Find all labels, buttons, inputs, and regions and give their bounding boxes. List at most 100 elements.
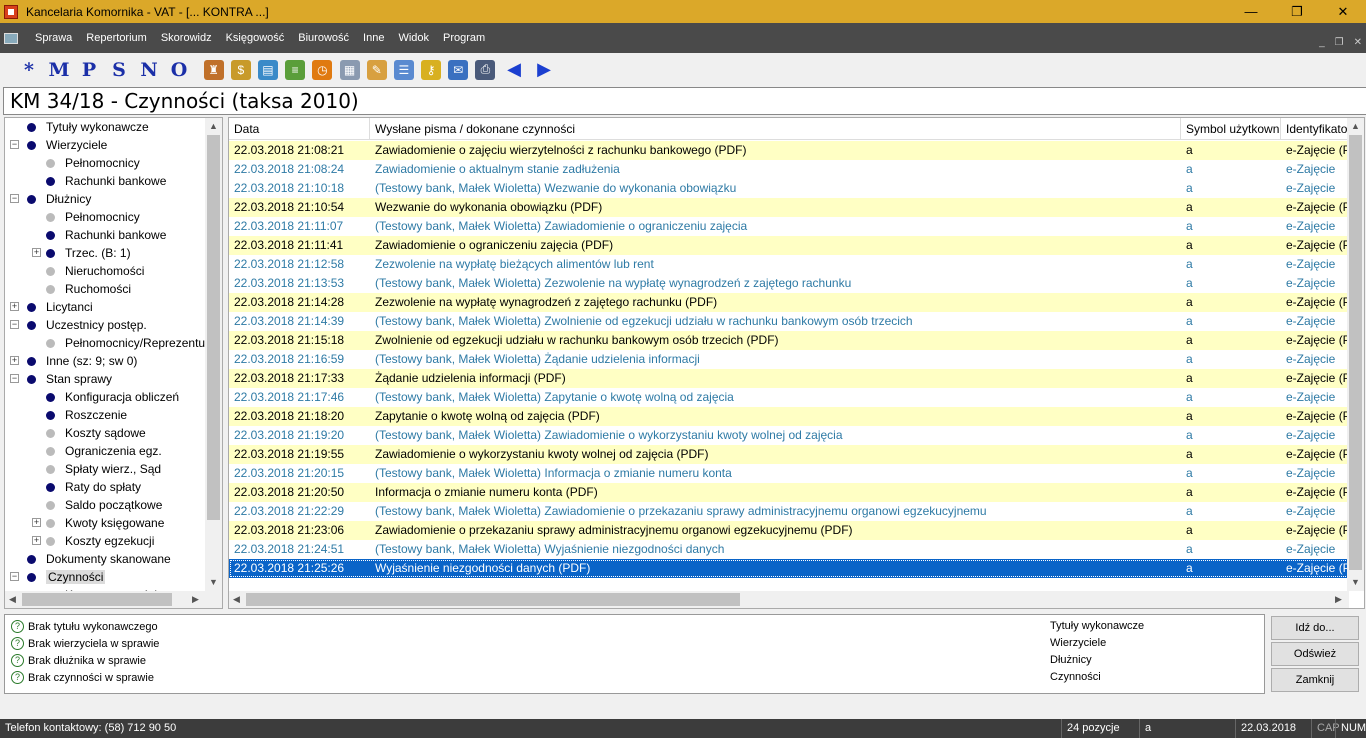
table-row[interactable]: 22.03.2018 21:20:15 (Testowy bank, Małek … bbox=[229, 464, 1349, 483]
collapse-icon[interactable]: − bbox=[10, 320, 19, 329]
menu-program[interactable]: Program bbox=[436, 32, 492, 44]
scroll-up-icon[interactable]: ▲ bbox=[1351, 121, 1360, 131]
toolbar-n-button[interactable]: N bbox=[134, 59, 164, 81]
mdi-restore-button[interactable]: ❐ bbox=[1335, 37, 1344, 48]
activities-grid[interactable]: Data Wysłane pisma / dokonane czynności … bbox=[228, 117, 1365, 609]
menu-widok[interactable]: Widok bbox=[391, 32, 436, 44]
menu-biurowosc[interactable]: Biurowość bbox=[291, 32, 356, 44]
table-row[interactable]: 22.03.2018 21:16:59 (Testowy bank, Małek … bbox=[229, 350, 1349, 369]
table-row[interactable]: 22.03.2018 21:14:39 (Testowy bank, Małek … bbox=[229, 312, 1349, 331]
tree-scroll-thumb[interactable] bbox=[207, 135, 220, 520]
tree-item[interactable]: Rachunki bankowe bbox=[46, 172, 166, 190]
collapse-icon[interactable]: − bbox=[10, 572, 19, 581]
forward-arrow-icon[interactable]: ▶ bbox=[529, 59, 559, 80]
tree-item[interactable]: Nieruchomości bbox=[46, 262, 144, 280]
tree-item[interactable]: Konfiguracja obliczeń bbox=[46, 388, 179, 406]
case-tree[interactable]: Tytuły wykonawcze − Wierzyciele Pełnomocnic… bbox=[4, 117, 223, 609]
tree-item[interactable]: Rachunki bankowe bbox=[46, 226, 166, 244]
table-row[interactable]: 22.03.2018 21:19:55 Zawiadomienie o wykor… bbox=[229, 445, 1361, 464]
expand-icon[interactable]: + bbox=[10, 302, 19, 311]
message-item[interactable]: ? Brak wierzyciela w sprawie bbox=[11, 635, 159, 652]
money-bag-icon[interactable]: $ bbox=[230, 59, 251, 80]
tree-item[interactable]: Pełnomocnicy bbox=[46, 208, 140, 226]
message-item[interactable]: ? Brak czynności w sprawie bbox=[11, 669, 154, 686]
tree-item[interactable]: Tytuły wykonawcze bbox=[27, 118, 149, 136]
collapse-icon[interactable]: − bbox=[10, 374, 19, 383]
tree-item[interactable]: + Trzec. (B: 1) bbox=[32, 244, 131, 262]
tree-item[interactable]: Saldo początkowe bbox=[46, 496, 162, 514]
keys-icon[interactable]: ⚷ bbox=[421, 59, 442, 80]
calculator-icon[interactable]: ▦ bbox=[339, 59, 360, 80]
refresh-button[interactable]: Odśwież bbox=[1271, 642, 1359, 666]
toolbar-p-button[interactable]: P bbox=[74, 59, 104, 81]
toolbar-star-button[interactable]: * bbox=[14, 59, 44, 81]
column-header-date[interactable]: Data bbox=[229, 118, 370, 140]
table-row[interactable]: 22.03.2018 21:17:33 Żądanie udzielenia in… bbox=[229, 369, 1361, 388]
tree-item[interactable]: Dokumenty skanowane bbox=[27, 550, 171, 568]
mdi-close-button[interactable]: ✕ bbox=[1354, 37, 1362, 48]
back-arrow-icon[interactable]: ◀ bbox=[499, 59, 529, 80]
scroll-down-icon[interactable]: ▼ bbox=[1351, 577, 1360, 587]
collapse-icon[interactable]: − bbox=[10, 140, 19, 149]
menu-inne[interactable]: Inne bbox=[356, 32, 391, 44]
expand-icon[interactable]: + bbox=[32, 518, 41, 527]
tree-item[interactable]: − Wierzyciele bbox=[10, 136, 107, 154]
tree-item[interactable]: − Dłużnicy bbox=[10, 190, 91, 208]
printer-icon[interactable]: ⎙ bbox=[475, 59, 496, 80]
minimize-button[interactable]: — bbox=[1228, 0, 1274, 23]
tree-item[interactable]: + Koszty egzekucji bbox=[32, 532, 154, 550]
table-row[interactable]: 22.03.2018 21:18:20 Zapytanie o kwotę wol… bbox=[229, 407, 1361, 426]
table-row[interactable]: 22.03.2018 21:19:20 (Testowy bank, Małek … bbox=[229, 426, 1349, 445]
document-icon[interactable] bbox=[4, 32, 18, 44]
grid-horizontal-scrollbar[interactable]: ◀ ▶ bbox=[229, 591, 1349, 608]
scroll-down-icon[interactable]: ▼ bbox=[209, 577, 218, 587]
grid-vertical-scrollbar[interactable]: ▲ ▼ bbox=[1347, 118, 1364, 591]
toolbar-s-button[interactable]: S bbox=[104, 59, 134, 81]
folder-icon[interactable]: ▤ bbox=[257, 59, 278, 80]
table-row[interactable]: 22.03.2018 21:22:29 (Testowy bank, Małek … bbox=[229, 502, 1349, 521]
table-row[interactable]: 22.03.2018 21:08:21 Zawiadomienie o zajęc… bbox=[229, 141, 1361, 160]
tree-item[interactable]: Spłaty wierz., Sąd bbox=[46, 460, 161, 478]
column-header-user-symbol[interactable]: Symbol użytkownika bbox=[1181, 118, 1281, 140]
judge-icon[interactable]: ♜ bbox=[203, 59, 224, 80]
tree-item[interactable]: Pełnomocnicy/Reprezentu bbox=[46, 334, 205, 352]
tree-item[interactable]: + Kwoty księgowane bbox=[32, 514, 164, 532]
grid-scroll-thumb[interactable] bbox=[1349, 135, 1362, 570]
table-row[interactable]: 22.03.2018 21:10:54 Wezwanie do wykonania… bbox=[229, 198, 1361, 217]
toolbar-o-button[interactable]: O bbox=[164, 59, 194, 81]
tree-horizontal-scrollbar[interactable]: ◀ ▶ bbox=[5, 591, 222, 608]
table-row[interactable]: 22.03.2018 21:25:26 Wyjaśnienie niezgodno… bbox=[229, 559, 1361, 578]
tree-item[interactable]: + Licytanci bbox=[10, 298, 93, 316]
grid-hscroll-thumb[interactable] bbox=[246, 593, 740, 606]
scroll-up-icon[interactable]: ▲ bbox=[209, 121, 218, 131]
scroll-right-icon[interactable]: ▶ bbox=[192, 594, 199, 605]
mdi-minimize-button[interactable]: _ bbox=[1319, 37, 1325, 48]
table-row[interactable]: 22.03.2018 21:08:24 Zawiadomienie o aktua… bbox=[229, 160, 1349, 179]
table-row[interactable]: 22.03.2018 21:14:28 Zezwolenie na wypłatę… bbox=[229, 293, 1361, 312]
document-list-icon[interactable]: ☰ bbox=[393, 59, 414, 80]
table-row[interactable]: 22.03.2018 21:10:18 (Testowy bank, Małek … bbox=[229, 179, 1349, 198]
message-item[interactable]: ? Brak dłużnika w sprawie bbox=[11, 652, 146, 669]
menu-repertorium[interactable]: Repertorium bbox=[79, 32, 154, 44]
toolbar-m-button[interactable]: M bbox=[44, 59, 74, 81]
tree-item[interactable]: Raty do spłaty bbox=[46, 478, 141, 496]
tree-hscroll-thumb[interactable] bbox=[22, 593, 172, 606]
tree-item[interactable]: Pełnomocnicy bbox=[46, 154, 140, 172]
table-row[interactable]: 22.03.2018 21:13:53 (Testowy bank, Małek … bbox=[229, 274, 1349, 293]
table-row[interactable]: 22.03.2018 21:11:07 (Testowy bank, Małek … bbox=[229, 217, 1349, 236]
tree-item[interactable]: − Uczestnicy postęp. bbox=[10, 316, 147, 334]
column-header-activity[interactable]: Wysłane pisma / dokonane czynności bbox=[370, 118, 1181, 140]
table-row[interactable]: 22.03.2018 21:12:58 Zezwolenie na wypłatę… bbox=[229, 255, 1349, 274]
clock-icon[interactable]: ◷ bbox=[312, 59, 333, 80]
tree-item[interactable]: − Czynności bbox=[10, 568, 106, 586]
menu-sprawa[interactable]: Sprawa bbox=[28, 32, 79, 44]
table-row[interactable]: 22.03.2018 21:23:06 Zawiadomienie o przek… bbox=[229, 521, 1361, 540]
message-item[interactable]: ? Brak tytułu wykonawczego bbox=[11, 618, 158, 635]
tree-item[interactable]: Roszczenie bbox=[46, 406, 127, 424]
menu-ksiegowosc[interactable]: Księgowość bbox=[219, 32, 292, 44]
banknote-icon[interactable]: ≡ bbox=[285, 59, 306, 80]
tree-item[interactable]: Koszty sądowe bbox=[46, 424, 146, 442]
scroll-right-icon[interactable]: ▶ bbox=[1335, 594, 1342, 605]
tree-item[interactable]: Ruchomości bbox=[46, 280, 131, 298]
tree-item[interactable]: Ograniczenia egz. bbox=[46, 442, 162, 460]
